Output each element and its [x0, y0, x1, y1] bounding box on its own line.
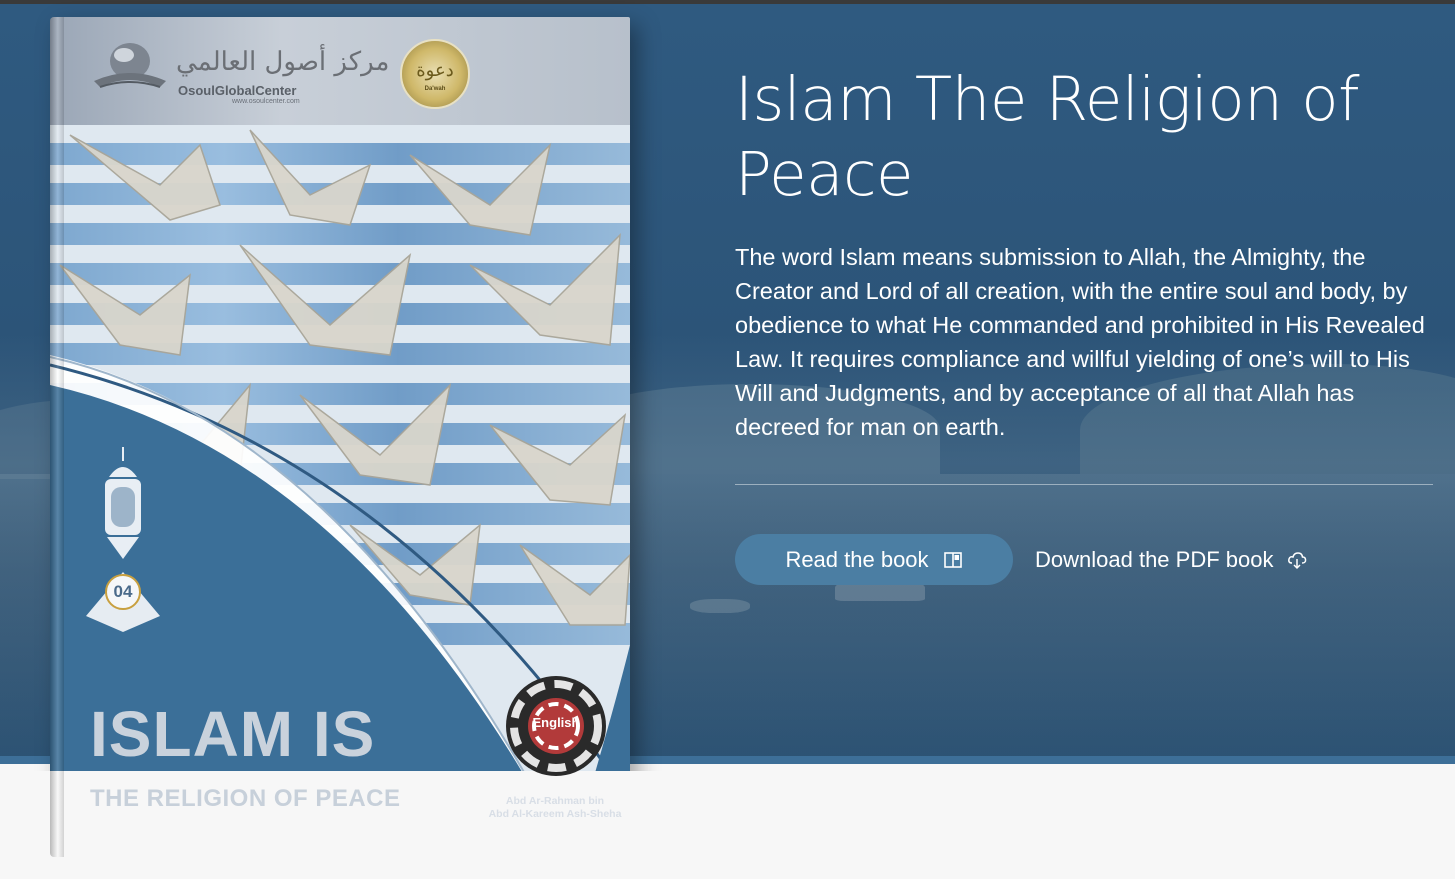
cover-title: ISLAM IS — [90, 698, 376, 770]
book-details: Islam The Religion of Peace The word Isl… — [735, 62, 1435, 444]
open-book-icon — [943, 551, 962, 568]
book-spine — [50, 17, 64, 857]
cloud-download-icon — [1288, 551, 1307, 569]
volume-number: 04 — [113, 582, 133, 601]
publisher-url: www.osoulcenter.com — [232, 98, 300, 105]
book-description: The word Islam means submission to Allah… — [735, 244, 1425, 440]
publisher-globe-logo-icon — [94, 43, 166, 88]
book-cover-image: مركز أصول العالمي OsoulGlobalCenter www.… — [50, 17, 630, 857]
publisher-arabic-name: مركز أصول العالمي — [176, 47, 390, 77]
volume-number-badge: 04 — [86, 572, 160, 632]
book-title: Islam The Religion of Peace — [735, 64, 1360, 210]
read-book-label: Read the book — [785, 546, 929, 572]
author-line-2: Abd Al-Kareem Ash-Sheha — [488, 808, 622, 820]
cover-author: Abd Ar-Rahman bin Abd Al-Kareem Ash-Sheh… — [480, 795, 630, 821]
dawah-seal-icon: دعوة Da'wah — [400, 39, 470, 109]
lantern-icon — [105, 447, 141, 559]
language-label: English — [532, 715, 580, 730]
publisher-latin-name: OsoulGlobalCenter — [178, 83, 297, 98]
background-rock — [690, 599, 750, 613]
seal-text: دعوة — [416, 60, 454, 81]
author-line-1: Abd Ar-Rahman bin — [505, 795, 605, 807]
cover-subtitle: THE RELIGION OF PEACE — [90, 785, 401, 812]
cover-header: مركز أصول العالمي OsoulGlobalCenter www.… — [50, 17, 630, 125]
read-book-button[interactable]: Read the book — [735, 534, 1013, 585]
divider — [735, 484, 1433, 485]
download-pdf-label: Download the PDF book — [1035, 546, 1274, 572]
seal-subtext: Da'wah — [424, 86, 446, 92]
download-pdf-button[interactable]: Download the PDF book — [1035, 534, 1307, 585]
language-badge: English — [500, 671, 612, 781]
